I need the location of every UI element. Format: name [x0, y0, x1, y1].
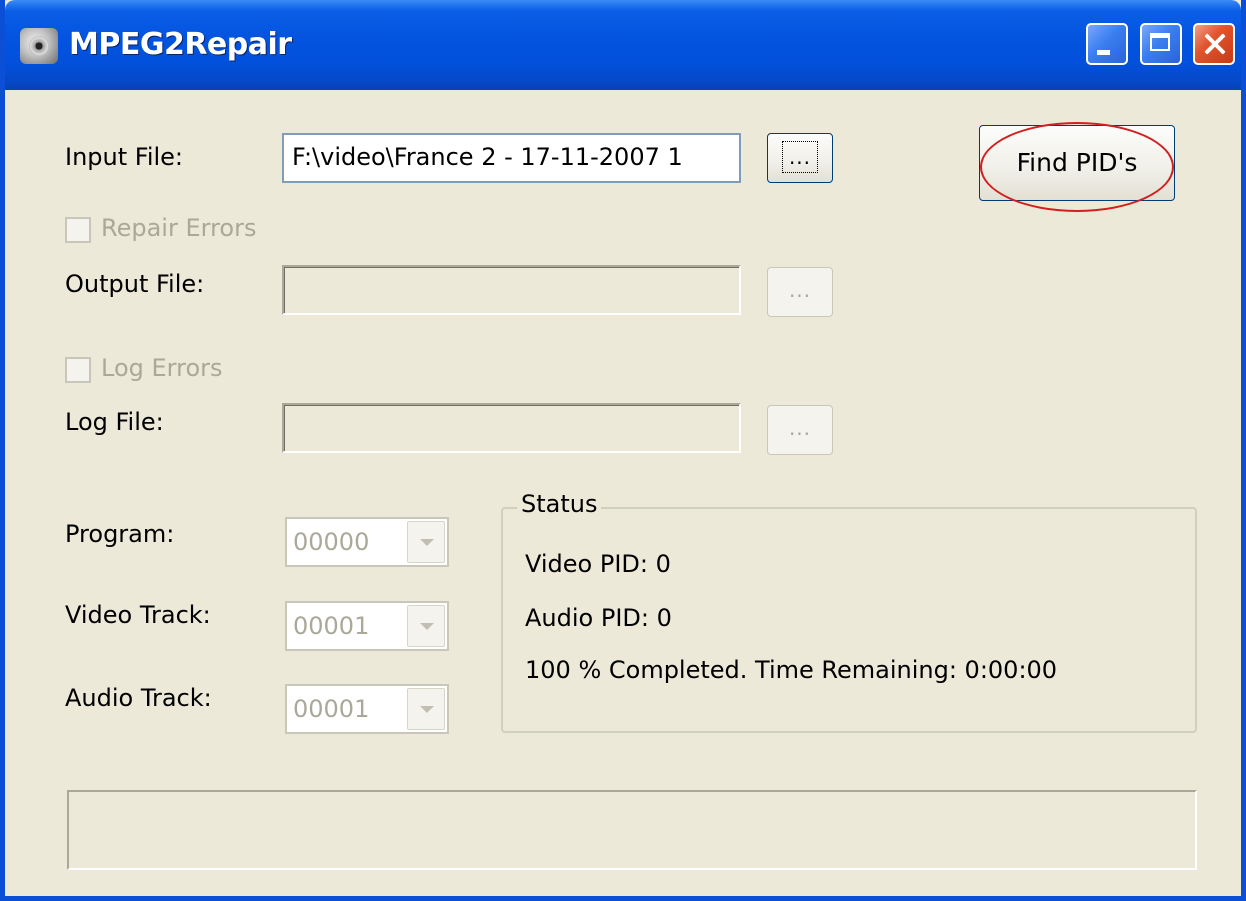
app-icon[interactable]: [20, 28, 58, 64]
audio-track-label: Audio Track:: [65, 684, 212, 712]
chevron-down-icon[interactable]: [407, 521, 445, 563]
chevron-down-icon[interactable]: [407, 688, 445, 730]
log-errors-checkbox[interactable]: [65, 357, 91, 383]
log-browse-button[interactable]: ...: [767, 405, 833, 455]
video-track-value: 00001: [293, 612, 370, 640]
input-file-field[interactable]: F:\video\France 2 - 17-11-2007 1: [282, 133, 741, 183]
log-file-label: Log File:: [65, 408, 164, 436]
output-file-field[interactable]: [282, 265, 741, 315]
output-browse-button[interactable]: ...: [767, 267, 833, 317]
input-browse-label: ...: [781, 141, 819, 173]
video-track-label: Video Track:: [65, 601, 211, 629]
program-value: 00000: [293, 528, 370, 556]
status-group-title: Status: [517, 490, 602, 518]
audio-pid-text: Audio PID: 0: [525, 604, 672, 632]
window-title: MPEG2Repair: [69, 27, 292, 62]
audio-track-value: 00001: [293, 695, 370, 723]
progress-status-text: 100 % Completed. Time Remaining: 0:00:00: [525, 656, 1058, 684]
status-bar: [67, 790, 1197, 870]
log-errors-label: Log Errors: [101, 354, 223, 382]
video-track-combo[interactable]: 00001: [285, 601, 449, 651]
mpeg2repair-window: MPEG2Repair Input File: F:\video\France …: [0, 0, 1246, 901]
input-file-label: Input File:: [65, 143, 184, 171]
repair-errors-label: Repair Errors: [101, 214, 257, 242]
close-icon[interactable]: [1193, 23, 1235, 65]
log-file-field[interactable]: [282, 403, 741, 453]
audio-track-combo[interactable]: 00001: [285, 684, 449, 734]
video-pid-text: Video PID: 0: [525, 550, 671, 578]
program-label: Program:: [65, 520, 175, 548]
output-file-label: Output File:: [65, 270, 205, 298]
maximize-icon[interactable]: [1140, 23, 1182, 65]
find-pids-button[interactable]: Find PID's: [979, 125, 1175, 201]
program-combo[interactable]: 00000: [285, 517, 449, 567]
input-browse-button[interactable]: ...: [767, 133, 833, 183]
repair-errors-checkbox[interactable]: [65, 217, 91, 243]
title-bar[interactable]: MPEG2Repair: [5, 0, 1241, 90]
chevron-down-icon[interactable]: [407, 605, 445, 647]
minimize-icon[interactable]: [1086, 23, 1128, 65]
